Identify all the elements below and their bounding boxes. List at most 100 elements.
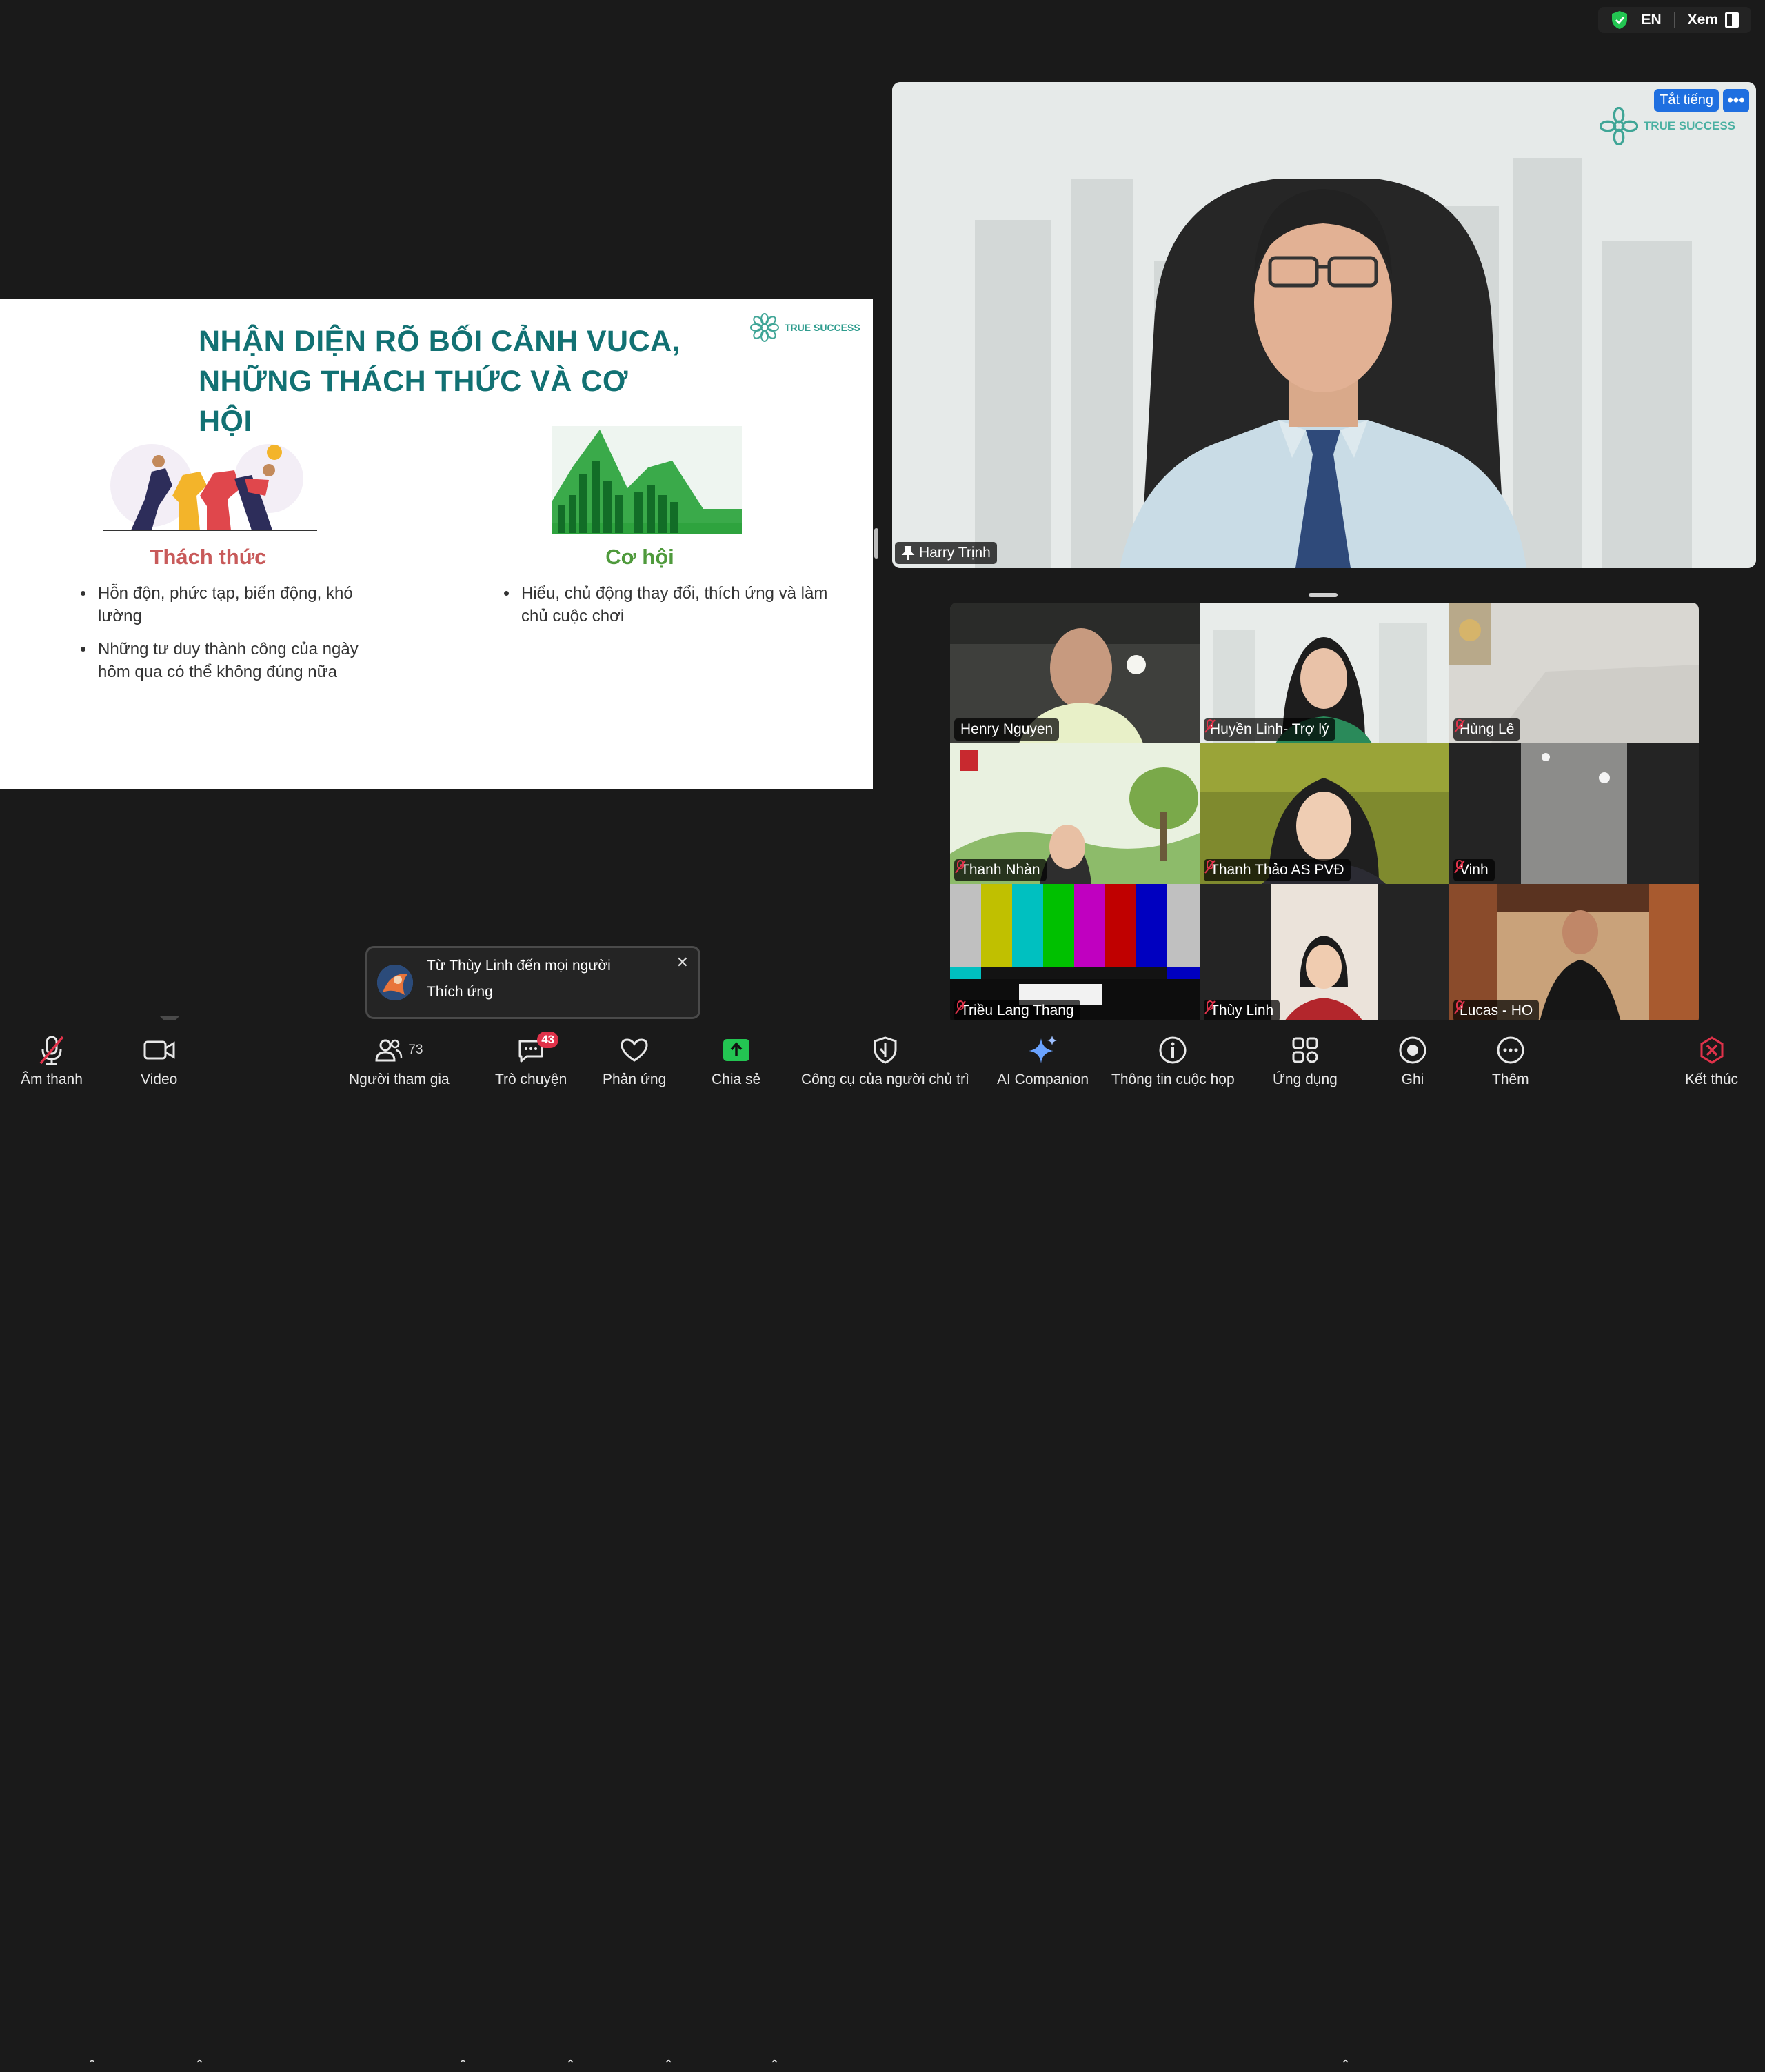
record-icon: [1399, 1036, 1426, 1064]
video-label: Video: [141, 1072, 178, 1087]
record-button[interactable]: Ghi: [1398, 1033, 1427, 1088]
ai-companion-label: AI Companion: [997, 1072, 1089, 1087]
slide-logo-text: TRUE SUCCESS: [785, 322, 860, 333]
speaker-background-logo: TRUE SUCCESS: [1599, 107, 1735, 145]
reactions-button[interactable]: Phản ứng: [603, 1033, 666, 1088]
participant-tile[interactable]: Triều Lang Thang: [950, 884, 1200, 1025]
gallery-resize-handle[interactable]: [1309, 593, 1338, 597]
chat-notification[interactable]: Từ Thùy Linh đến mọi người Thích ứng ✕: [365, 946, 700, 1019]
participant-name: Lucas - HO: [1460, 1003, 1533, 1018]
participant-tile[interactable]: Vinh: [1449, 743, 1699, 884]
slide-title: NHẬN DIỆN RÕ BỐI CẢNH VUCA, NHỮNG THÁCH …: [199, 321, 681, 441]
challenge-item: Hỗn độn, phức tạp, biến động, khó lường: [95, 582, 385, 627]
opportunity-list: Hiểu, chủ động thay đổi, thích ứng và là…: [495, 582, 843, 638]
participants-count: 73: [408, 1043, 423, 1057]
mute-participant-button[interactable]: Tắt tiếng: [1654, 89, 1719, 112]
challenge-item: Những tư duy thành công của ngày hôm qua…: [95, 638, 385, 683]
view-layout-icon: [1725, 12, 1739, 28]
participants-options-chevron-icon[interactable]: ⌃: [458, 2058, 468, 2072]
participant-name-tag: Lucas - HO: [1453, 1000, 1540, 1022]
participant-name: Thanh Thảo AS PVĐ: [1210, 862, 1344, 878]
mic-muted-icon: [1454, 1000, 1465, 1014]
mic-muted-icon: [1454, 860, 1465, 874]
mic-muted-icon: [1204, 1000, 1216, 1014]
video-options-chevron-icon[interactable]: ⌃: [194, 2058, 205, 2072]
speaker-logo-text: TRUE SUCCESS: [1643, 119, 1735, 132]
flower-logo-icon: [750, 313, 779, 342]
participant-name-tag: Thanh Nhàn: [954, 859, 1047, 881]
opportunity-item: Hiểu, chủ động thay đổi, thích ứng và là…: [518, 582, 843, 627]
end-meeting-button[interactable]: Kết thúc: [1685, 1033, 1738, 1088]
participant-name: Thùy Linh: [1210, 1003, 1274, 1018]
more-dots-icon: [1497, 1036, 1524, 1064]
share-screen-icon: [723, 1039, 749, 1061]
participants-icon: [375, 1039, 403, 1062]
mic-muted-icon: [1204, 860, 1216, 874]
more-button[interactable]: Thêm: [1492, 1033, 1529, 1088]
notification-message: Thích ứng: [427, 984, 493, 1000]
speaker-name-tag: Harry Trịnh: [895, 542, 997, 564]
apps-options-chevron-icon[interactable]: ⌃: [1340, 2058, 1351, 2072]
close-icon[interactable]: ✕: [676, 954, 689, 972]
chat-button[interactable]: 43 Trò chuyện: [495, 1032, 567, 1088]
active-speaker-video[interactable]: TRUE SUCCESS Tắt tiếng ••• Harry Trịnh: [892, 82, 1756, 568]
pin-icon: [901, 546, 915, 560]
mic-muted-icon: [955, 1000, 966, 1014]
participant-tile[interactable]: Lucas - HO: [1449, 884, 1699, 1025]
participant-gallery: Henry Nguyen Huyền Linh- Trợ lý Hùng Lê: [950, 603, 1699, 1025]
shared-screen-slide: NHẬN DIỆN RÕ BỐI CẢNH VUCA, NHỮNG THÁCH …: [0, 299, 873, 789]
microphone-muted-icon: [39, 1036, 64, 1065]
language-selector[interactable]: EN: [1641, 12, 1661, 28]
meeting-info-label: Thông tin cuộc họp: [1111, 1072, 1235, 1087]
speaker-name: Harry Trịnh: [919, 545, 991, 561]
reactions-options-chevron-icon[interactable]: ⌃: [663, 2058, 674, 2072]
participant-tile[interactable]: Thanh Thảo AS PVĐ: [1200, 743, 1449, 884]
share-screen-button[interactable]: Chia sẻ: [712, 1033, 760, 1088]
sparkle-icon: [1028, 1036, 1057, 1063]
participant-name: Thanh Nhàn: [960, 862, 1040, 878]
participants-button[interactable]: 73 Người tham gia: [349, 1033, 450, 1088]
mic-muted-icon: [1454, 719, 1465, 733]
apps-button[interactable]: Ứng dụng: [1273, 1033, 1338, 1088]
notification-sender: Từ Thùy Linh đến mọi người: [427, 958, 611, 974]
video-button[interactable]: Video: [141, 1033, 177, 1088]
split-view-resize-handle[interactable]: [874, 528, 878, 559]
more-label: Thêm: [1492, 1072, 1529, 1087]
participants-label: Người tham gia: [349, 1072, 450, 1087]
heart-icon: [621, 1038, 648, 1062]
participant-name-tag: Thùy Linh: [1204, 1000, 1280, 1022]
mic-muted-icon: [955, 860, 966, 874]
end-call-icon: [1700, 1036, 1724, 1064]
apps-icon: [1292, 1037, 1318, 1063]
encryption-shield-icon: [1612, 11, 1628, 29]
share-options-chevron-icon[interactable]: ⌃: [769, 2058, 780, 2072]
participant-tile[interactable]: Hùng Lê: [1449, 603, 1699, 743]
slide-title-line1: NHẬN DIỆN RÕ BỐI CẢNH VUCA,: [199, 325, 681, 358]
ai-companion-button[interactable]: AI Companion: [997, 1033, 1089, 1088]
record-label: Ghi: [1401, 1072, 1424, 1087]
speaker-video-frame: [892, 82, 1756, 568]
participant-name-tag: Huyền Linh- Trợ lý: [1204, 718, 1335, 741]
participant-name-tag: Triều Lang Thang: [954, 1000, 1080, 1022]
growth-opportunity-illustration: [552, 426, 742, 534]
chat-options-chevron-icon[interactable]: ⌃: [565, 2058, 576, 2072]
opportunity-heading: Cơ hội: [605, 545, 674, 569]
audio-options-chevron-icon[interactable]: ⌃: [87, 2058, 97, 2072]
apps-label: Ứng dụng: [1273, 1072, 1338, 1087]
video-more-options-button[interactable]: •••: [1723, 89, 1749, 112]
view-button[interactable]: Xem: [1688, 12, 1739, 28]
meeting-toolbar: Âm thanh ⌃ Video ⌃ 73 Người tham gia ⌃ 4…: [0, 1020, 1765, 2071]
participant-tile[interactable]: Henry Nguyen: [950, 603, 1200, 743]
topbar-divider: [1673, 12, 1675, 28]
meeting-info-button[interactable]: Thông tin cuộc họp: [1111, 1033, 1235, 1088]
view-label: Xem: [1687, 12, 1718, 28]
participant-tile[interactable]: Huyền Linh- Trợ lý: [1200, 603, 1449, 743]
host-tools-button[interactable]: Công cụ của người chủ trì: [801, 1033, 969, 1088]
participant-name-tag: Thanh Thảo AS PVĐ: [1204, 859, 1351, 881]
participant-tile[interactable]: Thùy Linh: [1200, 884, 1449, 1025]
participant-tile[interactable]: Thanh Nhàn: [950, 743, 1200, 884]
audio-button[interactable]: Âm thanh: [21, 1033, 83, 1088]
participant-name-tag: Vinh: [1453, 859, 1495, 881]
participant-name-tag: Henry Nguyen: [954, 718, 1060, 741]
video-camera-icon: [143, 1040, 175, 1060]
